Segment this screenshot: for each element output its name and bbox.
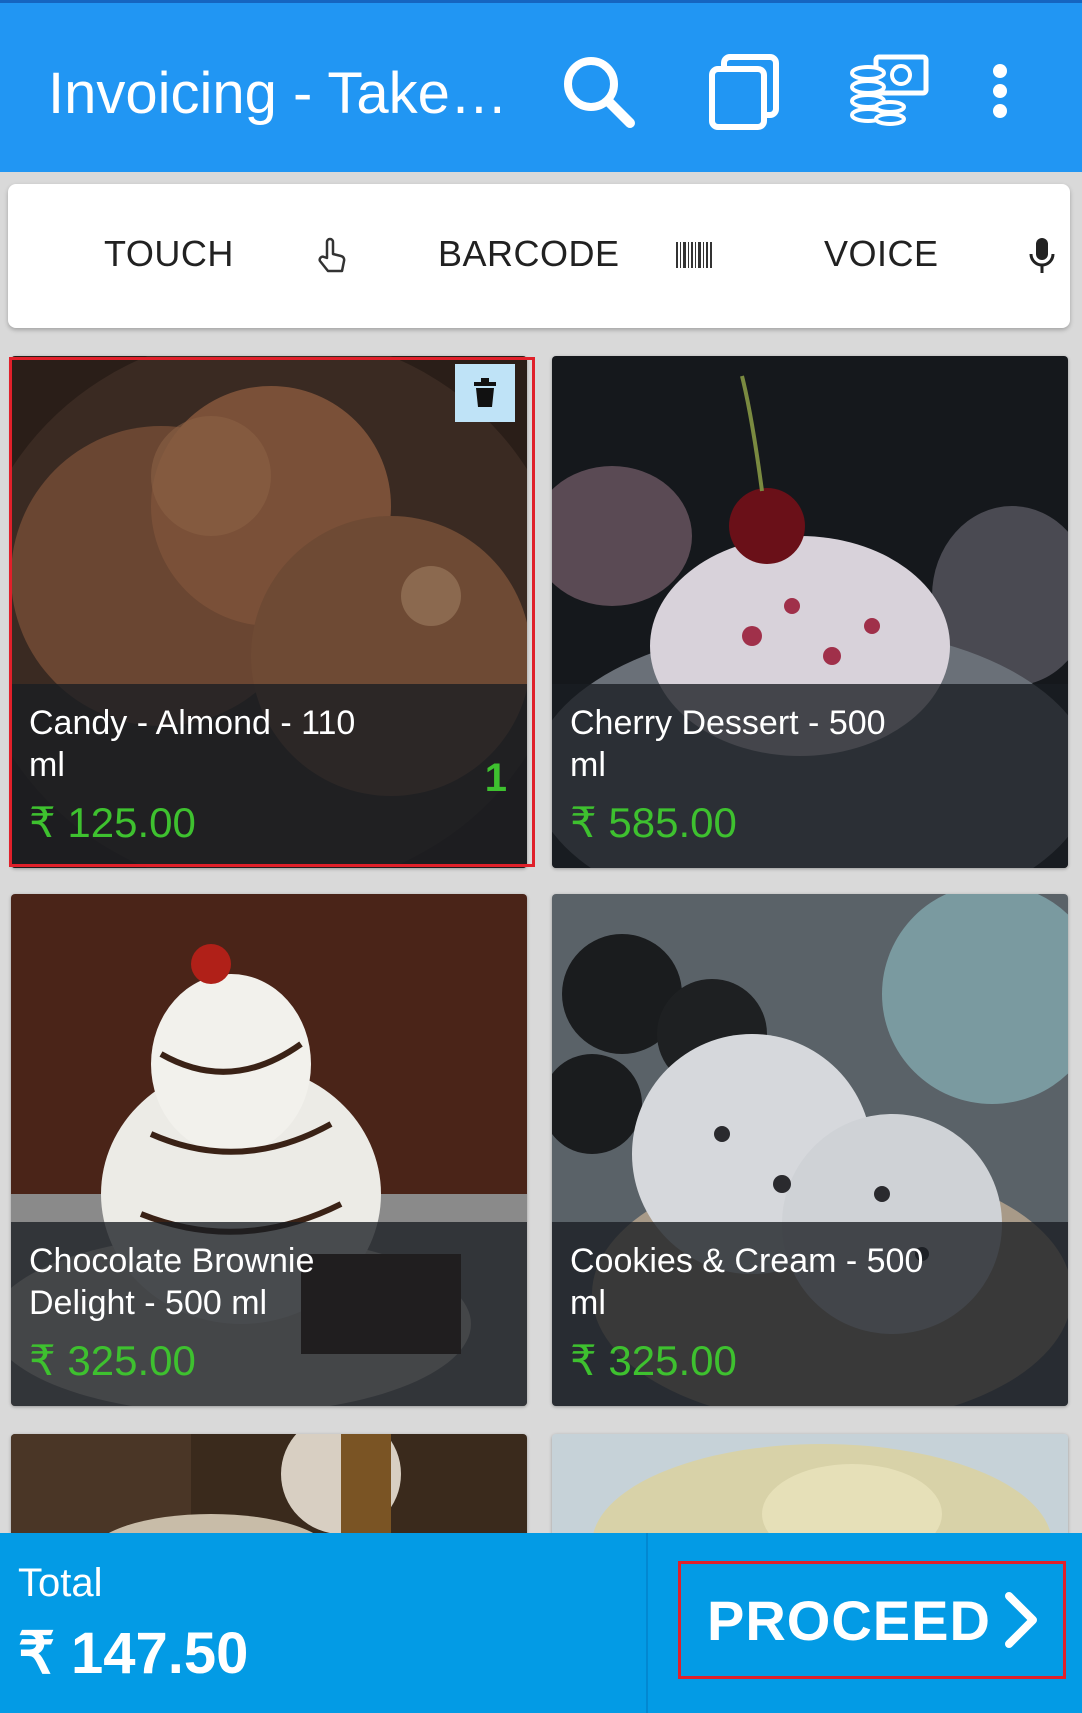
total-amount: ₹ 147.50 [18,1621,249,1686]
cash-button[interactable] [846,49,930,133]
product-name: Cookies & Cream - 500 ml [570,1242,924,1322]
proceed-label: PROCEED [707,1588,991,1652]
barcode-icon[interactable] [674,240,714,275]
product-name: Chocolate Brownie Delight - 500 ml [29,1242,315,1322]
page-title: Invoicing - Take Away [48,61,508,126]
product-price: ₹ 585.00 [570,799,737,846]
input-mode-bar: TOUCH BARCODE VOICE [8,184,1070,328]
copy-icon [709,54,779,130]
footer-bar: Total ₹ 147.50 PROCEED [0,1533,1082,1713]
product-quantity: 1 [484,756,507,800]
cash-icon [850,54,929,126]
mic-icon[interactable] [1028,236,1056,281]
product-tile[interactable]: Cherry Dessert - 500 ml ₹ 585.00 [552,356,1068,868]
product-name: Cherry Dessert - 500 ml [570,704,886,784]
more-options-button[interactable] [970,49,1030,133]
tab-touch[interactable]: TOUCH [104,232,234,276]
product-tile[interactable]: Chocolate Brownie Delight - 500 ml ₹ 325… [11,894,527,1406]
product-price: ₹ 325.00 [570,1337,737,1384]
product-price: ₹ 125.00 [29,799,196,846]
proceed-button[interactable]: PROCEED [678,1561,1066,1679]
delete-button[interactable] [455,364,515,422]
product-tile[interactable]: Cookies & Cream - 500 ml ₹ 325.00 [552,894,1068,1406]
app-bar: Invoicing - Take Away [0,0,1082,172]
product-tile[interactable]: Candy - Almond - 110 ml ₹ 125.00 1 [11,356,527,868]
tab-barcode[interactable]: BARCODE [438,232,620,276]
search-button[interactable] [556,49,640,133]
search-icon [564,57,635,128]
product-price: ₹ 325.00 [29,1337,196,1384]
product-name: Candy - Almond - 110 ml [29,704,356,784]
total-label: Total [18,1561,103,1605]
footer-divider [646,1533,648,1713]
more-vert-icon [993,64,1007,118]
chevron-right-icon [1005,1592,1037,1648]
copy-button[interactable] [702,49,786,133]
tab-voice[interactable]: VOICE [824,232,939,276]
trash-icon [474,378,496,407]
touch-icon[interactable] [314,236,350,281]
